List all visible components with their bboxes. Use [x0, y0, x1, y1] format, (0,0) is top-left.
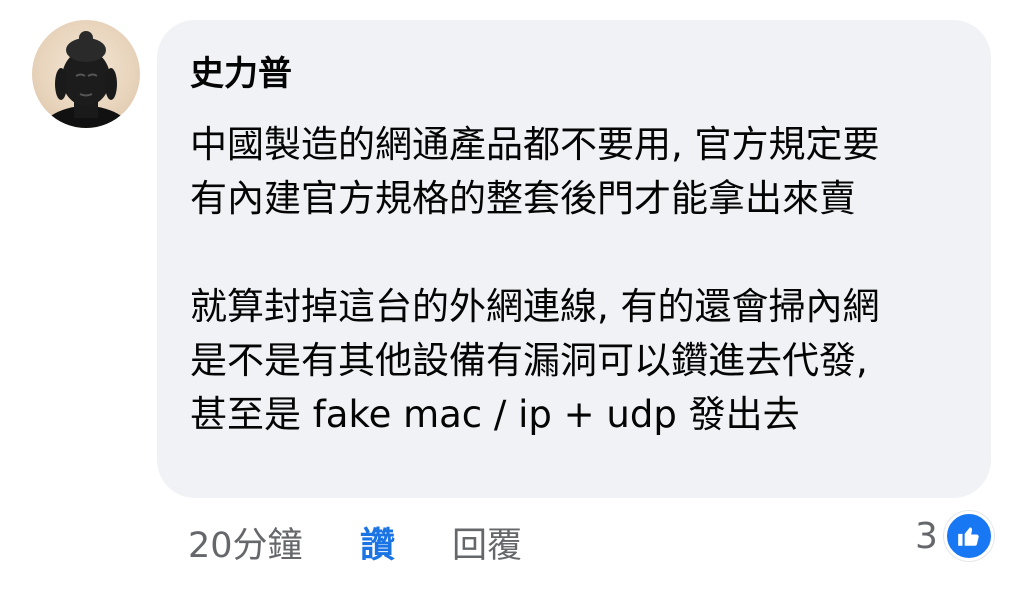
comment-body: 中國製造的網通產品都不要用, 官方規定要 有內建官方規格的整套後門才能拿出來賣 …: [190, 118, 980, 442]
comment-timestamp[interactable]: 20分鐘: [188, 522, 303, 570]
reaction-count: 3: [915, 515, 938, 557]
comment-line: 就算封掉這台的外網連線, 有的還會掃內網: [190, 285, 880, 328]
avatar[interactable]: [32, 20, 140, 128]
like-button[interactable]: 讚: [360, 522, 395, 570]
comment-line: 是不是有其他設備有漏洞可以鑽進去代發,: [190, 339, 868, 382]
comment-line: [190, 226, 980, 280]
buddha-avatar-image: [39, 31, 133, 128]
reaction-summary[interactable]: 3: [915, 511, 994, 561]
comment-author[interactable]: 史力普: [190, 52, 292, 96]
comment-line: 有內建官方規格的整套後門才能拿出來賣: [190, 177, 856, 220]
thumbs-up-icon: [943, 511, 994, 561]
comment-line: 甚至是 fake mac / ip + udp 發出去: [190, 393, 800, 436]
comment-line: 中國製造的網通產品都不要用, 官方規定要: [190, 123, 880, 166]
reply-button[interactable]: 回覆: [452, 522, 522, 570]
